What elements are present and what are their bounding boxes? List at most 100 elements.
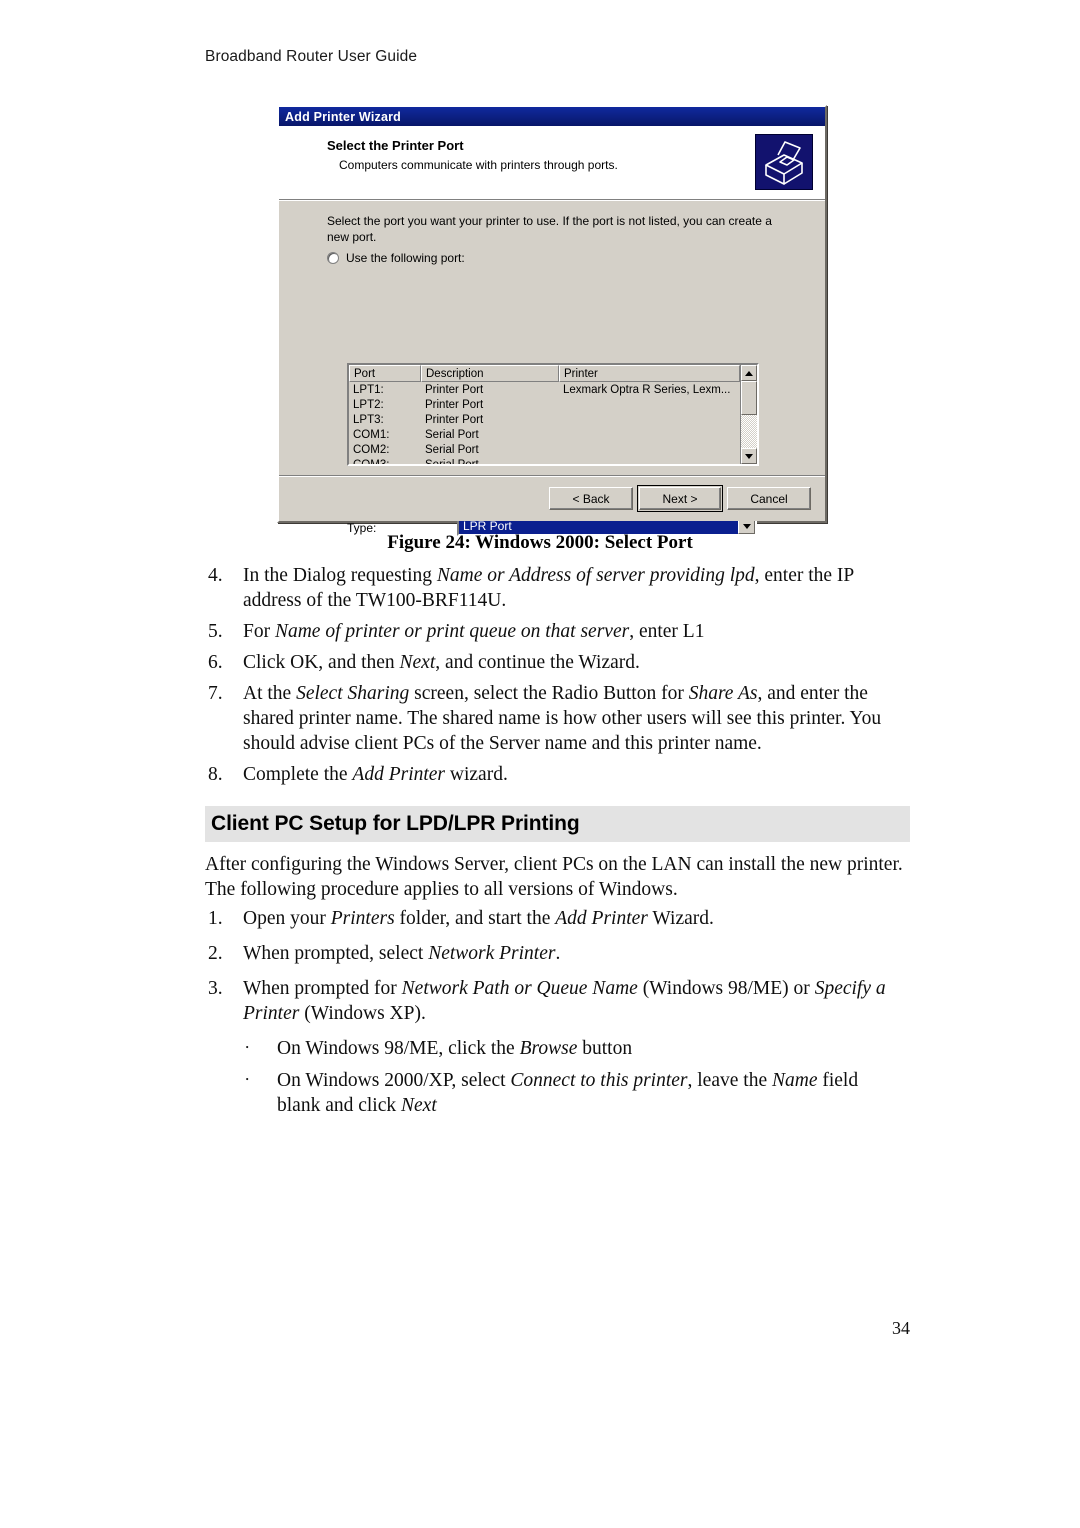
emphasis-text: Add Printer bbox=[352, 764, 446, 785]
add-printer-wizard-dialog: Add Printer Wizard Select the Printer Po… bbox=[277, 105, 827, 536]
scroll-up-button[interactable] bbox=[741, 365, 757, 381]
cell-port: COM1: bbox=[353, 429, 390, 441]
chevron-down-icon bbox=[745, 453, 753, 459]
cell-description: Printer Port bbox=[425, 399, 484, 411]
plain-text: (Windows 98/ME) or bbox=[637, 978, 815, 999]
list-item-number: 2. bbox=[208, 943, 223, 964]
plain-text: When prompted for bbox=[243, 978, 402, 999]
scrollbar-thumb[interactable] bbox=[741, 381, 757, 415]
radio-button-unselected-icon bbox=[327, 252, 339, 264]
steps-upper-list: 4. In the Dialog requesting Name or Addre… bbox=[205, 563, 905, 787]
bullet-icon: ∙ bbox=[245, 1037, 250, 1057]
list-item: ∙ On Windows 98/ME, click the Browse butt… bbox=[205, 1036, 905, 1061]
plain-text: , enter L1 bbox=[629, 621, 705, 642]
list-item: 8. Complete the Add Printer wizard. bbox=[205, 762, 905, 787]
list-item-number: 8. bbox=[208, 764, 223, 785]
plain-text: At the bbox=[243, 683, 297, 704]
column-header-printer[interactable]: Printer bbox=[559, 365, 740, 382]
cell-printer bbox=[559, 413, 740, 428]
list-item-number: 5. bbox=[208, 621, 223, 642]
cancel-button[interactable]: Cancel bbox=[727, 487, 811, 510]
steps-lower-container: 1. Open your Printers folder, and start t… bbox=[205, 906, 905, 1125]
table-row[interactable]: COM3: Serial Port bbox=[349, 458, 740, 464]
emphasis-text: Browse bbox=[519, 1038, 578, 1059]
list-item: 2. When prompted, select Network Printer. bbox=[205, 941, 905, 966]
emphasis-text: Next bbox=[399, 652, 436, 673]
cell-printer bbox=[559, 428, 740, 443]
table-row[interactable]: COM2: Serial Port bbox=[349, 443, 740, 458]
dialog-button-bar: < Back Next > Cancel bbox=[279, 475, 825, 521]
chevron-up-icon bbox=[745, 370, 753, 376]
plain-text: In the Dialog requesting bbox=[243, 565, 437, 586]
next-button[interactable]: Next > bbox=[637, 485, 723, 512]
cell-description: Printer Port bbox=[425, 414, 484, 426]
list-item: 3. When prompted for Network Path or Queu… bbox=[205, 976, 905, 1026]
page-number: 34 bbox=[892, 1318, 910, 1338]
document-page: Broadband Router User Guide Add Printer … bbox=[0, 0, 1080, 1528]
dialog-titlebar: Add Printer Wizard bbox=[279, 107, 825, 126]
list-item: 4. In the Dialog requesting Name or Addre… bbox=[205, 563, 905, 613]
cell-description: Serial Port bbox=[425, 444, 479, 456]
column-header-description[interactable]: Description bbox=[421, 365, 559, 382]
list-item-number: 3. bbox=[208, 978, 223, 999]
emphasis-text: Add Printer bbox=[555, 908, 648, 929]
emphasis-text: Network Printer bbox=[428, 943, 556, 964]
port-list-scrollbar[interactable] bbox=[740, 365, 757, 464]
plain-text: Click OK, and then bbox=[243, 652, 400, 673]
column-header-port[interactable]: Port bbox=[349, 365, 421, 382]
cell-printer bbox=[559, 398, 740, 413]
emphasis-text: Name of printer or print queue on that s… bbox=[274, 621, 630, 642]
emphasis-text: Share As bbox=[688, 683, 758, 704]
scroll-down-button[interactable] bbox=[741, 448, 757, 464]
printer-icon bbox=[755, 134, 813, 190]
back-button[interactable]: < Back bbox=[549, 487, 633, 510]
table-row[interactable]: LPT1: Printer Port Lexmark Optra R Serie… bbox=[349, 383, 740, 398]
table-row[interactable]: COM1: Serial Port bbox=[349, 428, 740, 443]
plain-text: Complete the bbox=[243, 764, 353, 785]
plain-text: (Windows XP). bbox=[299, 1003, 426, 1024]
table-row[interactable]: LPT3: Printer Port bbox=[349, 413, 740, 428]
plain-text: , and continue the Wizard. bbox=[435, 652, 640, 673]
list-item-number: 4. bbox=[208, 565, 223, 586]
list-item: 7. At the Select Sharing screen, select t… bbox=[205, 681, 905, 756]
dialog-subheading: Computers communicate with printers thro… bbox=[339, 158, 618, 172]
plain-text: Wizard. bbox=[647, 908, 714, 929]
cell-printer: Lexmark Optra R Series, Lexm... bbox=[563, 384, 731, 396]
radio-use-following-port-label: Use the following port: bbox=[346, 251, 465, 265]
cell-description: Printer Port bbox=[425, 384, 484, 396]
port-listbox[interactable]: Port Description Printer LPT1: Printer P… bbox=[347, 363, 759, 466]
cell-port: COM3: bbox=[349, 458, 421, 464]
cell-description: Serial Port bbox=[425, 429, 479, 441]
plain-text: For bbox=[243, 621, 275, 642]
dialog-title: Add Printer Wizard bbox=[285, 109, 401, 124]
bullet-icon: ∙ bbox=[245, 1069, 250, 1089]
figure-caption: Figure 24: Windows 2000: Select Port bbox=[387, 532, 693, 553]
table-row[interactable]: LPT2: Printer Port bbox=[349, 398, 740, 413]
plain-text: On Windows 2000/XP, select bbox=[277, 1070, 511, 1091]
emphasis-text: Connect to this printer bbox=[510, 1070, 688, 1091]
plain-text: When prompted, select bbox=[243, 943, 429, 964]
emphasis-text: Name or Address of server providing lpd bbox=[436, 565, 755, 586]
list-item-number: 7. bbox=[208, 683, 223, 704]
emphasis-text: Network Path or Queue Name bbox=[401, 978, 638, 999]
plain-text: wizard. bbox=[445, 764, 508, 785]
port-list-rows: LPT1: Printer Port Lexmark Optra R Serie… bbox=[349, 382, 740, 464]
plain-text: . bbox=[555, 943, 561, 964]
cell-port: LPT1: bbox=[353, 384, 384, 396]
radio-use-following-port[interactable]: Use the following port: bbox=[327, 251, 465, 265]
running-header: Broadband Router User Guide bbox=[205, 48, 418, 65]
plain-text: folder, and start the bbox=[394, 908, 556, 929]
cell-port: LPT2: bbox=[353, 399, 384, 411]
plain-text: Open your bbox=[243, 908, 331, 929]
chevron-down-icon bbox=[742, 523, 751, 529]
steps-lower-list: 1. Open your Printers folder, and start t… bbox=[205, 906, 905, 1026]
list-item-number: 6. bbox=[208, 652, 223, 673]
port-list-main: Port Description Printer LPT1: Printer P… bbox=[349, 365, 740, 464]
scrollbar-track[interactable] bbox=[741, 415, 757, 448]
cell-port: LPT3: bbox=[353, 414, 384, 426]
list-item: 6. Click OK, and then Next, and continue … bbox=[205, 650, 905, 675]
cell-port: COM2: bbox=[353, 444, 390, 456]
dialog-header-band: Select the Printer Port Computers commun… bbox=[279, 126, 825, 200]
cell-description: Serial Port bbox=[421, 458, 559, 464]
list-item-number: 1. bbox=[208, 908, 223, 929]
